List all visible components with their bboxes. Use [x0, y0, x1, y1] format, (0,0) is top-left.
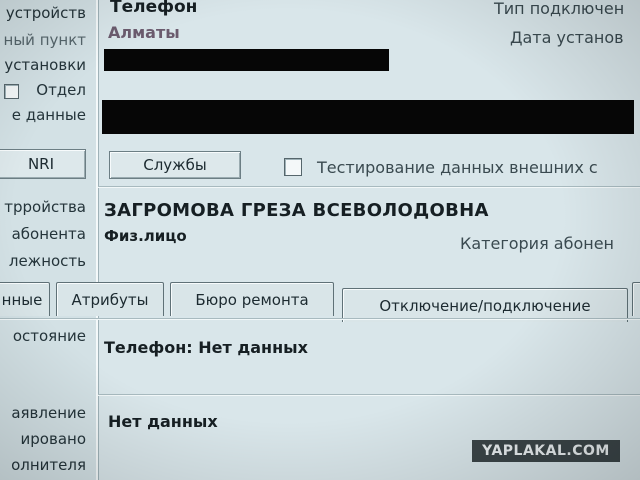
connection-type-label: Тип подключен: [494, 0, 625, 18]
left-label-registered: ировано: [20, 430, 86, 448]
tab-attributes[interactable]: Атрибуты: [56, 282, 164, 316]
external-testing-checkbox[interactable]: [284, 158, 302, 176]
install-date-label: Дата установ: [510, 28, 624, 47]
category-label: Категория абонен: [460, 234, 615, 253]
no-data-text: Нет данных: [108, 412, 218, 431]
divider-2: [98, 394, 640, 395]
watermark: YAPLAKAL.COM: [472, 440, 620, 462]
divider-1: [98, 186, 640, 187]
subscriber-type: Физ.лицо: [104, 227, 187, 245]
left-label-application: аявление: [11, 404, 86, 422]
left-label-install: установки: [4, 56, 86, 74]
left-label-status: остояние: [12, 327, 86, 345]
nri-button[interactable]: NRI: [0, 149, 86, 179]
redacted-field-1: [104, 49, 389, 71]
left-label-point: ный пункт: [3, 31, 86, 49]
services-button[interactable]: Службы: [109, 151, 241, 179]
redacted-field-2: [102, 100, 634, 134]
subscriber-name: ЗАГРОМОВА ГРЕЗА ВСЕВОЛОДОВНА: [104, 200, 489, 221]
left-label-department: Отдел: [36, 81, 86, 99]
tab-disconnect-connect[interactable]: Отключение/подключение: [342, 288, 628, 322]
phone-label: Телефон: [110, 0, 198, 17]
tab-repair-bureau[interactable]: Бюро ремонта: [170, 282, 334, 316]
left-label-device2: трройства: [4, 198, 86, 216]
external-testing-label: Тестирование данных внешних с: [317, 158, 598, 177]
department-checkbox[interactable]: [4, 84, 19, 99]
city-label: Алматы: [108, 23, 180, 42]
tab-data[interactable]: нные: [0, 282, 50, 316]
left-label-ownership: лежность: [8, 252, 86, 270]
phone-status-text: Телефон: Нет данных: [104, 338, 308, 357]
left-label-devices: устройств: [5, 4, 86, 22]
tab-strip-line: [0, 318, 640, 319]
tab-more[interactable]: [632, 282, 640, 316]
left-label-data: е данные: [11, 106, 86, 124]
left-label-subscriber: абонента: [11, 225, 86, 243]
left-label-executor: олнителя: [11, 456, 86, 474]
left-label-panel: устройств ный пункт установки Отдел е да…: [0, 0, 98, 480]
